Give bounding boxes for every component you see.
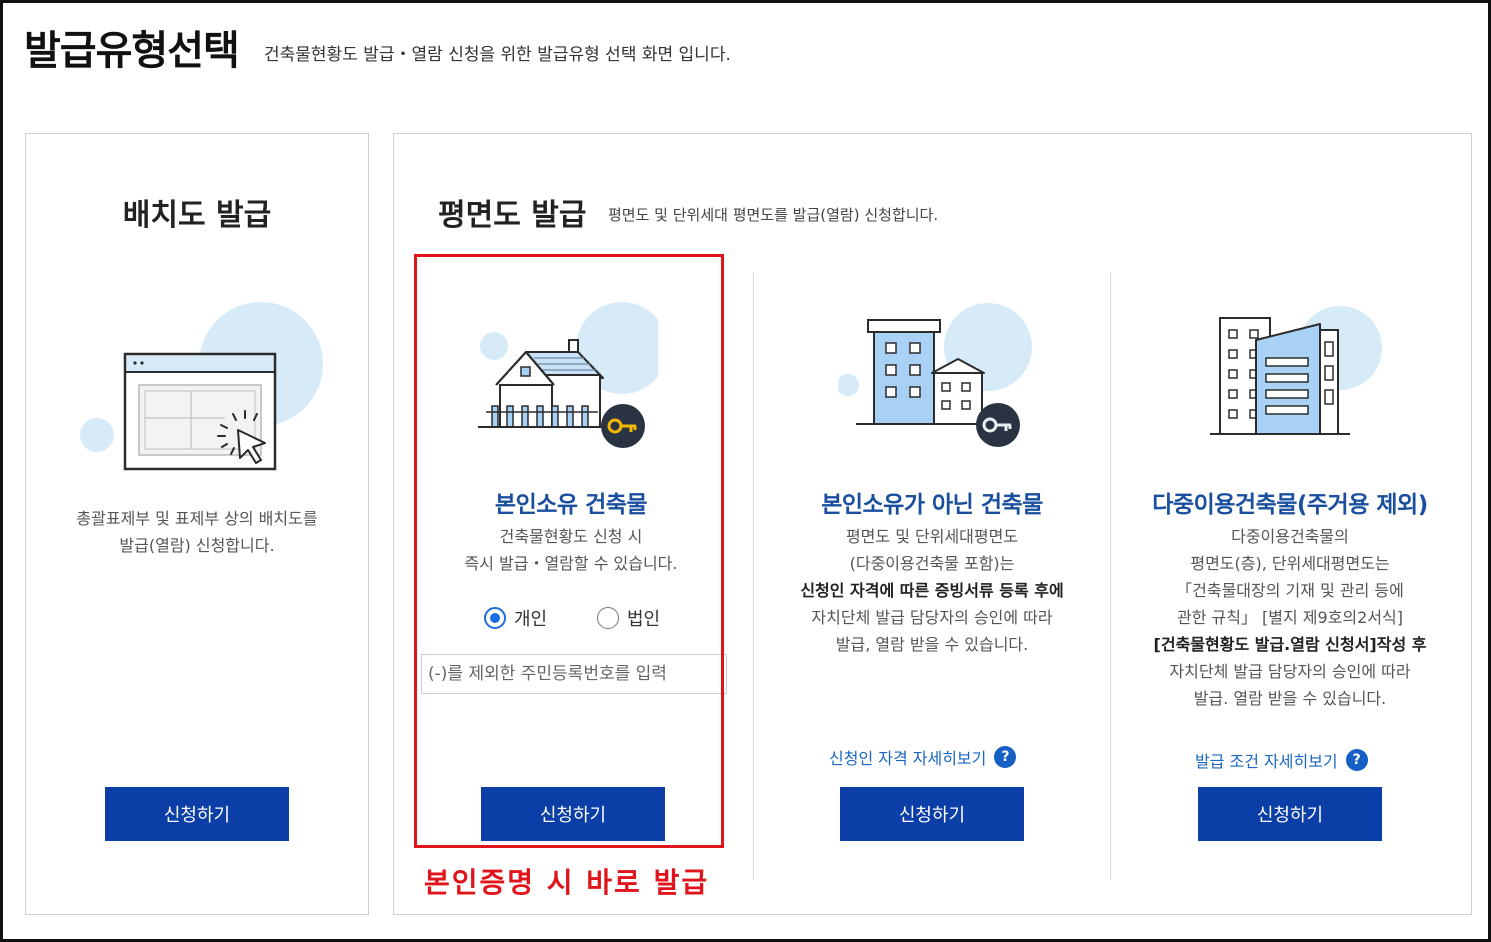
floor-plan-title: 평면도 발급 [438, 198, 587, 233]
card-desc-line: 건축물현황도 신청 시 [499, 527, 643, 546]
card-multi-use-building-description: 다중이용건축물의 평면도(층), 단위세대평면도는 「건축물대장의 기재 및 관… [1112, 523, 1468, 712]
card-desc-bold: [건축물현황도 발급.열람 신청서]작성 후 [1153, 635, 1427, 654]
site-plan-desc-line: 발급(열람) 신청합니다. [119, 536, 275, 555]
card-desc-line: 발급. 열람 받을 수 있습니다. [1193, 689, 1387, 708]
issue-condition-link-label: 발급 조건 자세히보기 [1195, 752, 1338, 771]
card-other-building-title: 본인소유가 아닌 건축물 [821, 492, 1043, 518]
building-key-icon [838, 303, 1032, 447]
card-desc-line: 「건축물대장의 기재 및 관리 등에 [1176, 581, 1404, 600]
highlight-note: 본인증명 시 바로 발급 [424, 866, 710, 899]
card-desc-line: 다중이용건축물의 [1231, 527, 1349, 546]
cursor-window-icon [80, 302, 323, 471]
radio-corporate[interactable]: 법인 [597, 605, 660, 631]
site-plan-description: 총괄표제부 및 표제부 상의 배치도를 발급(열람) 신청합니다. [25, 505, 369, 559]
radio-corporate-button[interactable] [597, 607, 619, 629]
radio-corporate-label: 법인 [627, 609, 661, 630]
help-icon[interactable]: ? [1345, 749, 1368, 771]
house-key-icon [478, 302, 658, 448]
card-desc-line: (다중이용건축물 포함)는 [849, 554, 1015, 573]
multi-use-building-apply-button[interactable]: 신청하기 [1198, 787, 1382, 841]
card-desc-line: 발급, 열람 받을 수 있습니다. [835, 635, 1029, 654]
card-desc-line: 자치단체 발급 담당자의 승인에 따라 [811, 608, 1053, 627]
card-desc-line: 평면도 및 단위세대평면도 [845, 527, 1019, 546]
other-building-apply-button[interactable]: 신청하기 [840, 787, 1024, 841]
site-plan-desc-line: 총괄표제부 및 표제부 상의 배치도를 [76, 509, 318, 528]
multi-building-icon [1210, 306, 1382, 435]
resident-number-input[interactable] [421, 654, 727, 694]
column-divider [1110, 272, 1111, 880]
own-building-apply-button[interactable]: 신청하기 [481, 787, 665, 841]
radio-personal[interactable]: 개인 [484, 605, 547, 631]
page-title: 발급유형선택 [24, 28, 240, 74]
radio-personal-button[interactable] [484, 607, 506, 629]
applicant-qualification-link-label: 신청인 자격 자세히보기 [829, 749, 987, 768]
card-desc-line: 자치단체 발급 담당자의 승인에 따라 [1169, 662, 1411, 681]
card-other-building-description: 평면도 및 단위세대평면도 (다중이용건축물 포함)는 신청인 자격에 따른 증… [754, 523, 1110, 658]
card-multi-use-building-title: 다중이용건축물(주거용 제외) [1152, 492, 1428, 518]
page-subtitle: 건축물현황도 발급・열람 신청을 위한 발급유형 선택 화면 입니다. [264, 45, 731, 65]
floor-plan-description: 평면도 및 단위세대 평면도를 발급(열람) 신청합니다. [608, 206, 939, 224]
radio-personal-label: 개인 [514, 609, 548, 630]
card-desc-bold: 신청인 자격에 따른 증빙서류 등록 후에 [800, 581, 1064, 600]
card-own-building-title: 본인소유 건축물 [494, 492, 648, 518]
card-desc-line: 즉시 발급・열람할 수 있습니다. [464, 554, 678, 573]
card-desc-line: 평면도(층), 단위세대평면도는 [1190, 554, 1390, 573]
site-plan-apply-button[interactable]: 신청하기 [105, 787, 289, 841]
card-desc-line: 관한 규칙」 [별지 제9호의2서식] [1176, 608, 1404, 627]
site-plan-title: 배치도 발급 [122, 198, 272, 233]
help-icon[interactable]: ? [994, 746, 1017, 768]
card-own-building-description: 건축물현황도 신청 시 즉시 발급・열람할 수 있습니다. [418, 523, 724, 577]
applicant-qualification-link[interactable]: 신청인 자격 자세히보기 ? [829, 745, 1017, 769]
issue-condition-link[interactable]: 발급 조건 자세히보기 ? [1195, 748, 1368, 772]
